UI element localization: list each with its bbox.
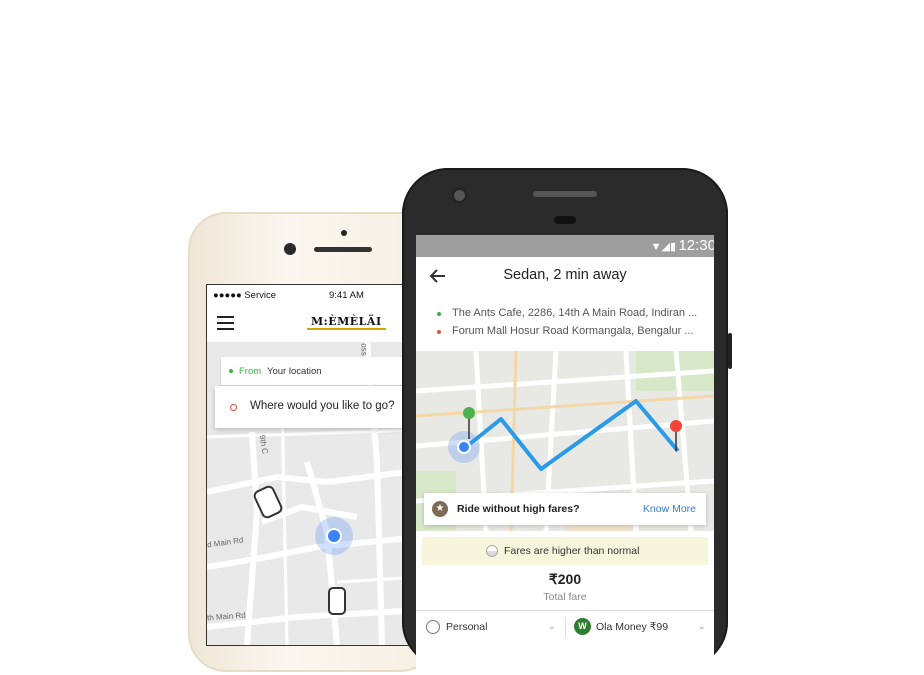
android-side-button [728, 333, 732, 369]
android-screen: ▼◢▮ 12:30 Sedan, 2 min away The Ants Caf… [416, 235, 714, 675]
ios-status-bar: ●●●●● Service 9:41 AM [207, 285, 421, 307]
iphone-device: ●●●●● Service 9:41 AM M:ÈMÈLÄI 9th C d M… [188, 212, 438, 672]
from-field[interactable]: From Your location [221, 357, 421, 385]
payment-method-select[interactable]: Ola Money ₹99 [596, 621, 668, 633]
wallet-icon: W [574, 618, 591, 635]
fare-summary: ₹200 Total fare [416, 571, 714, 603]
know-more-link[interactable]: Know More [643, 503, 696, 515]
destination-ring-icon [230, 404, 237, 411]
fare-amount: ₹200 [548, 571, 582, 587]
android-status-bar: ▼◢▮ 12:30 [416, 235, 714, 257]
status-time: 12:30 [678, 237, 714, 254]
ios-nav-bar: M:ÈMÈLÄI [207, 307, 421, 343]
iphone-screen: ●●●●● Service 9:41 AM M:ÈMÈLÄI 9th C d M… [206, 284, 422, 646]
drop-address: Forum Mall Hosur Road Kormangala, Bengal… [452, 325, 694, 337]
route-summary[interactable]: The Ants Cafe, 2286, 14th A Main Road, I… [416, 295, 714, 352]
iphone-speaker [314, 247, 372, 252]
ios-map[interactable]: 9th C d Main Rd th Main Rd oss From Your… [207, 341, 421, 645]
signal-battery-icon: ▼◢▮ [650, 241, 676, 253]
map-label: oss [359, 343, 369, 356]
destination-input[interactable]: Where would you like to go? [215, 386, 421, 428]
pickup-address: The Ants Cafe, 2286, 14th A Main Road, I… [452, 307, 698, 319]
android-sensor [554, 216, 576, 224]
status-time: 9:41 AM [329, 290, 364, 301]
surge-notice: Fares are higher than normal [422, 537, 708, 565]
chevron-down-icon[interactable]: ⌄ [698, 621, 706, 632]
surge-text: Fares are higher than normal [504, 545, 640, 557]
android-device: ▼◢▮ 12:30 Sedan, 2 min away The Ants Caf… [402, 168, 732, 675]
fare-label: Total fare [543, 591, 587, 603]
carrier-label: ●●●●● Service [213, 290, 277, 301]
promo-text: Ride without high fares? [457, 503, 580, 515]
ride-header: Sedan, 2 min away [416, 257, 714, 295]
hamburger-icon[interactable] [217, 316, 234, 330]
drop-dot-icon [437, 330, 441, 334]
iphone-camera [284, 243, 296, 255]
profile-select[interactable]: Personal [446, 621, 487, 633]
location-pin-icon [426, 620, 440, 634]
from-label: From [239, 366, 262, 377]
star-icon: ★ [432, 501, 448, 517]
user-location-icon [326, 528, 342, 544]
android-camera [452, 188, 467, 203]
car-icon [328, 587, 346, 615]
pickup-dot-icon [229, 369, 233, 373]
surge-icon [486, 545, 498, 557]
iphone-sensor [341, 230, 347, 236]
pickup-dot-icon [437, 312, 441, 316]
brand-logo: M:ÈMÈLÄI [307, 315, 386, 330]
from-value: Your location [267, 366, 322, 377]
destination-placeholder: Where would you like to go? [250, 400, 395, 412]
divider [565, 617, 566, 639]
ride-title: Sedan, 2 min away [503, 267, 627, 283]
promo-banner: ★ Ride without high fares? Know More [424, 493, 706, 525]
chevron-down-icon[interactable]: ⌄ [548, 621, 556, 632]
android-speaker [533, 191, 597, 197]
